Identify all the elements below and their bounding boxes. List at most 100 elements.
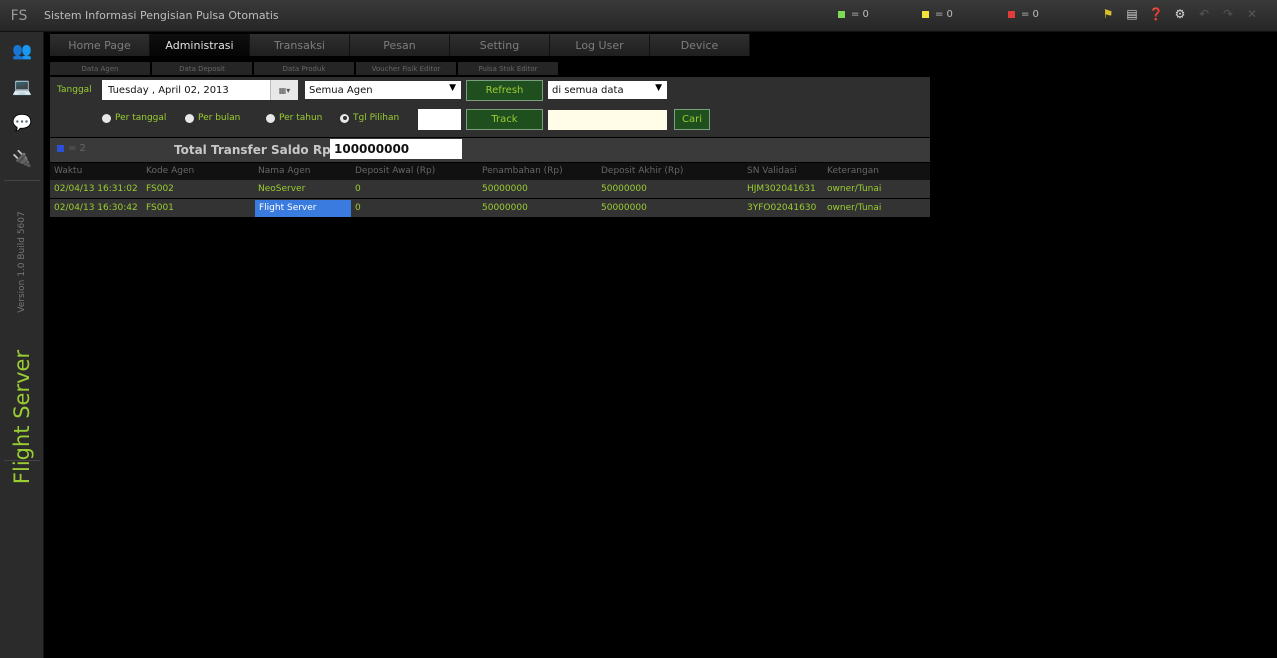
- subtab-voucher-fisik-editor[interactable]: Voucher Fisik Editor: [356, 62, 456, 75]
- col-deposit-akhir[interactable]: Deposit Akhir (Rp): [601, 166, 683, 176]
- record-count: = 2: [57, 143, 86, 154]
- settings-icon[interactable]: ⚙: [1172, 6, 1188, 22]
- tab-setting[interactable]: Setting: [450, 34, 550, 56]
- computer-icon[interactable]: 💻: [0, 68, 44, 104]
- title-icons: ⚑ ▤ ❓ ⚙ ↶ ↷ ✕: [1100, 6, 1260, 22]
- total-transfer-label: Total Transfer Saldo Rp.: [174, 143, 336, 157]
- undo-icon[interactable]: ↶: [1196, 6, 1212, 22]
- track-button[interactable]: Track: [466, 109, 543, 130]
- table-row[interactable]: 02/04/13 16:30:42 FS001 Flight Server 0 …: [50, 199, 930, 218]
- cell-sn-validasi: 3YFO02041630: [747, 203, 817, 213]
- document-icon[interactable]: ▤: [1124, 6, 1140, 22]
- main-nav: Home Page Administrasi Transaksi Pesan S…: [50, 34, 750, 56]
- radio-per-bulan[interactable]: Per bulan: [185, 113, 240, 123]
- tgl-pilihan-input[interactable]: [418, 109, 461, 130]
- radio-tgl-pilihan-label: Tgl Pilihan: [353, 113, 400, 123]
- tanggal-label: Tanggal: [57, 85, 92, 95]
- subtab-data-produk[interactable]: Data Produk: [254, 62, 354, 75]
- col-penambahan[interactable]: Penambahan (Rp): [482, 166, 563, 176]
- tab-administrasi[interactable]: Administrasi: [150, 34, 250, 56]
- col-kode-agen[interactable]: Kode Agen: [146, 166, 194, 176]
- cell-keterangan: owner/Tunai: [827, 184, 882, 194]
- cell-penambahan: 50000000: [482, 184, 528, 194]
- cell-waktu: 02/04/13 16:31:02: [54, 184, 138, 194]
- users-icon[interactable]: 👥: [0, 32, 44, 68]
- app-title: Sistem Informasi Pengisian Pulsa Otomati…: [44, 9, 279, 22]
- chevron-down-icon: ▼: [655, 83, 662, 93]
- cell-kode-agen: FS001: [146, 203, 174, 213]
- table-header: Waktu Kode Agen Nama Agen Deposit Awal (…: [50, 163, 930, 180]
- tab-pesan[interactable]: Pesan: [350, 34, 450, 56]
- cell-deposit-akhir: 50000000: [601, 203, 647, 213]
- tab-device[interactable]: Device: [650, 34, 750, 56]
- close-icon[interactable]: ✕: [1244, 6, 1260, 22]
- cell-sn-validasi: HJM302041631: [747, 184, 816, 194]
- plug-icon[interactable]: 🔌: [0, 140, 44, 176]
- deposit-table: Waktu Kode Agen Nama Agen Deposit Awal (…: [50, 163, 930, 218]
- radio-per-tanggal-label: Per tanggal: [115, 113, 167, 123]
- refresh-button[interactable]: Refresh: [466, 80, 543, 101]
- radio-icon: [266, 113, 275, 123]
- col-nama-agen[interactable]: Nama Agen: [258, 166, 311, 176]
- sub-nav: Data Agen Data Deposit Data Produk Vouch…: [50, 62, 558, 75]
- cell-penambahan: 50000000: [482, 203, 528, 213]
- record-count-value: = 2: [68, 143, 86, 154]
- tab-transaksi[interactable]: Transaksi: [250, 34, 350, 56]
- calendar-dropdown-icon[interactable]: ▦▾: [270, 80, 298, 100]
- col-deposit-awal[interactable]: Deposit Awal (Rp): [355, 166, 435, 176]
- sidebar-divider: [4, 180, 40, 181]
- radio-per-tahun[interactable]: Per tahun: [266, 113, 322, 123]
- col-waktu[interactable]: Waktu: [54, 166, 82, 176]
- radio-per-bulan-label: Per bulan: [198, 113, 241, 123]
- chat-icon[interactable]: 💬: [0, 104, 44, 140]
- redo-icon[interactable]: ↷: [1220, 6, 1236, 22]
- flag-icon[interactable]: ⚑: [1100, 6, 1116, 22]
- subtab-pulsa-stok-editor[interactable]: Pulsa Stok Editor: [458, 62, 558, 75]
- status-red-count: = 0: [1021, 9, 1039, 20]
- cell-deposit-awal: 0: [355, 184, 361, 194]
- status-yellow-count: = 0: [935, 9, 953, 20]
- radio-icon: [185, 113, 194, 123]
- date-value: Tuesday , April 02, 2013: [108, 84, 229, 96]
- col-sn-validasi[interactable]: SN Validasi: [747, 166, 797, 176]
- status-green: = 0: [838, 9, 869, 20]
- help-icon[interactable]: ❓: [1148, 6, 1164, 22]
- status-red: = 0: [1008, 9, 1039, 20]
- radio-tgl-pilihan[interactable]: Tgl Pilihan: [340, 113, 399, 123]
- cari-button[interactable]: Cari: [674, 109, 710, 130]
- status-green-count: = 0: [851, 9, 869, 20]
- radio-per-tanggal[interactable]: Per tanggal: [102, 113, 166, 123]
- subtab-data-deposit[interactable]: Data Deposit: [152, 62, 252, 75]
- app-logo: FS: [10, 7, 28, 24]
- scope-select[interactable]: di semua data ▼: [548, 81, 667, 99]
- version-label: Version 1.0 Build 5607: [17, 211, 27, 313]
- sidebar-divider: [4, 460, 40, 461]
- date-picker[interactable]: Tuesday , April 02, 2013 ▦▾: [102, 80, 298, 100]
- cell-nama-agen: NeoServer: [258, 184, 306, 194]
- cell-kode-agen: FS002: [146, 184, 174, 194]
- left-sidebar: 👥 💻 💬 🔌 Version 1.0 Build 5607 Flight Se…: [0, 32, 44, 658]
- tab-log-user[interactable]: Log User: [550, 34, 650, 56]
- search-input[interactable]: [548, 110, 667, 130]
- cell-deposit-akhir: 50000000: [601, 184, 647, 194]
- cell-keterangan: owner/Tunai: [827, 203, 882, 213]
- cell-nama-agen-selected[interactable]: Flight Server: [255, 200, 351, 217]
- title-bar: FS Sistem Informasi Pengisian Pulsa Otom…: [0, 0, 1277, 32]
- radio-icon: [102, 113, 111, 123]
- status-yellow: = 0: [922, 9, 953, 20]
- total-transfer-value: 100000000: [330, 139, 462, 159]
- tab-home-page[interactable]: Home Page: [50, 34, 150, 56]
- green-square-icon: [838, 11, 845, 18]
- red-square-icon: [1008, 11, 1015, 18]
- yellow-square-icon: [922, 11, 929, 18]
- cell-waktu: 02/04/13 16:30:42: [54, 203, 138, 213]
- agen-select[interactable]: Semua Agen ▼: [305, 81, 461, 99]
- server-name-label: Flight Server: [10, 349, 34, 485]
- blue-square-icon: [57, 145, 64, 152]
- table-row[interactable]: 02/04/13 16:31:02 FS002 NeoServer 0 5000…: [50, 180, 930, 199]
- subtab-data-agen[interactable]: Data Agen: [50, 62, 150, 75]
- scope-select-value: di semua data: [552, 84, 624, 96]
- chevron-down-icon: ▼: [449, 83, 456, 93]
- radio-selected-icon: [340, 113, 349, 123]
- col-keterangan[interactable]: Keterangan: [827, 166, 879, 176]
